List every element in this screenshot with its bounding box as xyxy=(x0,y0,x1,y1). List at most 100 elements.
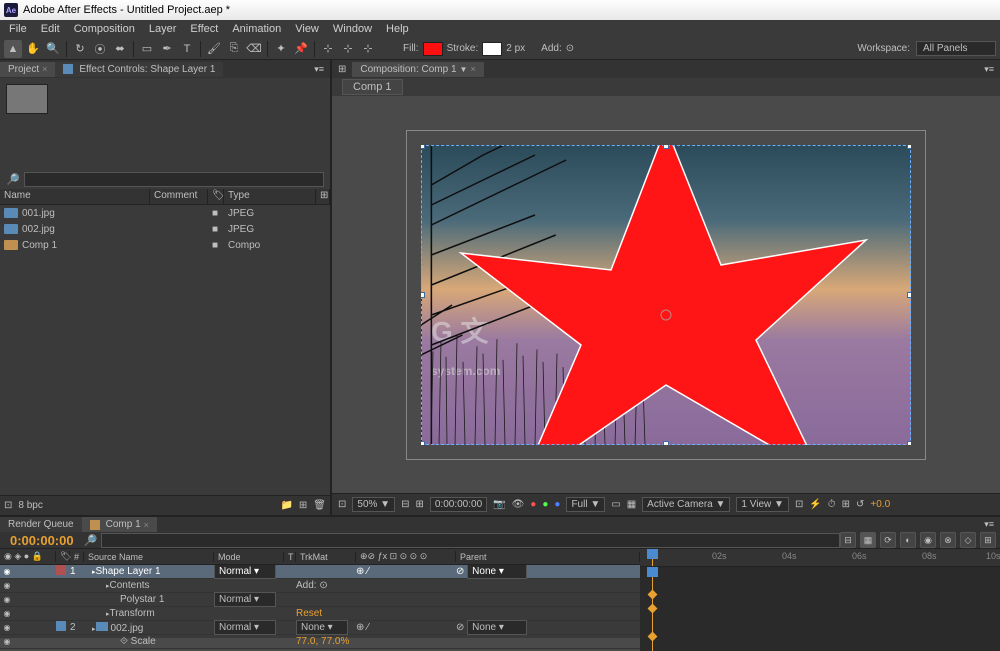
flowchart-icon[interactable]: ⊞ xyxy=(332,64,352,75)
pen-tool-icon[interactable]: ✒ xyxy=(158,40,176,58)
eraser-tool-icon[interactable]: ⌫ xyxy=(245,40,263,58)
trash-icon[interactable]: 🗑 xyxy=(313,500,326,511)
new-folder-icon[interactable]: 📁 xyxy=(280,500,292,511)
col-name[interactable]: Name xyxy=(0,189,150,204)
comp-viewer-tab[interactable]: Composition: Comp 1 ▼× xyxy=(352,62,483,77)
time-ruler[interactable]: ⌄ 02s 04s 06s 08s 10s xyxy=(640,549,1000,567)
rotation-tool-icon[interactable]: ↻ xyxy=(71,40,89,58)
puppet-tool-icon[interactable]: 📌 xyxy=(292,40,310,58)
resolution-dropdown[interactable]: Full ▼ xyxy=(566,497,605,512)
keyframe-icon[interactable] xyxy=(648,632,658,642)
project-tab[interactable]: Project× xyxy=(0,62,55,77)
graph-editor-icon[interactable]: ⊞ xyxy=(980,532,996,548)
menu-help[interactable]: Help xyxy=(379,23,416,35)
local-axis-icon[interactable]: ⊹ xyxy=(319,40,337,58)
project-item[interactable]: 002.jpg ■ JPEG xyxy=(0,221,330,237)
timeline-layer-row[interactable]: ◉Polystar 1Normal ▾ xyxy=(0,593,640,607)
col-label-icon[interactable]: 🏷 xyxy=(208,189,224,204)
panel-menu-icon[interactable]: ▾≡ xyxy=(978,64,1000,75)
workspace-dropdown[interactable]: All Panels xyxy=(916,41,996,56)
interpret-icon[interactable]: ⊡ xyxy=(4,500,12,511)
menu-effect[interactable]: Effect xyxy=(183,23,225,35)
selection-tool-icon[interactable]: ▲ xyxy=(4,40,22,58)
add-dropdown-icon[interactable]: ⊙ xyxy=(566,43,574,54)
reset-exposure-icon[interactable]: ↺ xyxy=(856,499,864,510)
exposure-value[interactable]: +0.0 xyxy=(870,499,890,510)
grid-icon[interactable]: ⊞ xyxy=(415,499,423,510)
hide-shy-icon[interactable]: ⟳ xyxy=(880,532,896,548)
resize-handle[interactable] xyxy=(907,145,911,149)
timeline-comp-tab[interactable]: Comp 1× xyxy=(82,517,157,532)
resize-handle[interactable] xyxy=(907,441,911,445)
clone-tool-icon[interactable]: ⎘ xyxy=(225,40,243,58)
close-icon[interactable]: × xyxy=(470,64,475,74)
bpc-toggle[interactable]: 8 bpc xyxy=(18,500,42,511)
timecode-display[interactable]: 0:00:00:00 xyxy=(430,497,487,512)
zoom-tool-icon[interactable]: 🔍 xyxy=(44,40,62,58)
new-comp-icon[interactable]: ⊞ xyxy=(299,500,307,511)
timeline-icon[interactable]: ⏱ xyxy=(828,499,836,510)
resize-handle[interactable] xyxy=(663,441,669,445)
resize-handle[interactable] xyxy=(663,145,669,149)
view-axis-icon[interactable]: ⊹ xyxy=(359,40,377,58)
rect-tool-icon[interactable]: ▭ xyxy=(138,40,156,58)
menu-animation[interactable]: Animation xyxy=(225,23,288,35)
panbehind-tool-icon[interactable]: ⬌ xyxy=(111,40,129,58)
project-thumbnail[interactable] xyxy=(6,84,48,114)
world-axis-icon[interactable]: ⊹ xyxy=(339,40,357,58)
roi-icon[interactable]: ▭ xyxy=(611,499,620,510)
project-search-input[interactable] xyxy=(24,172,324,187)
type-tool-icon[interactable]: T xyxy=(178,40,196,58)
resize-handle[interactable] xyxy=(421,145,425,149)
col-flowchart-icon[interactable]: ⊞ xyxy=(316,189,330,204)
timeline-layer-row[interactable]: ◉1▸Shape Layer 1Normal ▾⊕ ⁄ ⊘ None ▾ xyxy=(0,565,640,579)
alpha-icon[interactable]: ⊡ xyxy=(338,499,346,510)
motion-blur-icon[interactable]: ◉ xyxy=(920,532,936,548)
stroke-swatch[interactable] xyxy=(482,42,502,56)
timeline-layer-row[interactable]: ◉⟐ Scale77.0, 77.0% xyxy=(0,635,640,649)
fast-preview-icon[interactable]: ⚡ xyxy=(809,499,821,510)
col-comment[interactable]: Comment xyxy=(150,189,208,204)
comp-subtab[interactable]: Comp 1 xyxy=(342,79,403,95)
project-item[interactable]: Comp 1 ■ Compo xyxy=(0,237,330,253)
menu-layer[interactable]: Layer xyxy=(142,23,184,35)
pixel-aspect-icon[interactable]: ⊡ xyxy=(795,499,803,510)
channel-icon[interactable]: ● xyxy=(554,499,560,510)
channel-icon[interactable]: ● xyxy=(542,499,548,510)
composition-canvas[interactable]: G 文system.com xyxy=(421,145,911,445)
menu-view[interactable]: View xyxy=(288,23,326,35)
stroke-width[interactable]: 2 px xyxy=(506,43,525,54)
panel-menu-icon[interactable]: ▾≡ xyxy=(308,64,330,75)
menu-composition[interactable]: Composition xyxy=(67,23,142,35)
auto-keyframe-icon[interactable]: ◇ xyxy=(960,532,976,548)
timeline-search-input[interactable] xyxy=(101,533,840,548)
res-down-icon[interactable]: ⊟ xyxy=(401,499,409,510)
zoom-dropdown[interactable]: 50% ▼ xyxy=(352,497,395,512)
keyframe-icon[interactable] xyxy=(648,604,658,614)
menu-edit[interactable]: Edit xyxy=(34,23,67,35)
stroke-label[interactable]: Stroke: xyxy=(447,43,479,54)
fill-label[interactable]: Fill: xyxy=(403,43,419,54)
views-dropdown[interactable]: 1 View ▼ xyxy=(736,497,789,512)
render-queue-tab[interactable]: Render Queue xyxy=(0,517,82,532)
timeline-tracks[interactable]: ⌄ 02s 04s 06s 08s 10s xyxy=(640,549,1000,651)
comp-mini-flowchart-icon[interactable]: ⊟ xyxy=(840,532,856,548)
comp-flowchart-icon[interactable]: ⊞ xyxy=(842,499,850,510)
snapshot-icon[interactable]: 📷 xyxy=(493,499,505,510)
channel-icon[interactable]: ● xyxy=(530,499,536,510)
fill-swatch[interactable] xyxy=(423,42,443,56)
close-icon[interactable]: × xyxy=(42,64,47,74)
effect-controls-tab[interactable]: Effect Controls: Shape Layer 1 xyxy=(55,62,223,77)
project-item[interactable]: 001.jpg ■ JPEG xyxy=(0,205,330,221)
timeline-layer-row[interactable]: ◉2▸002.jpgNormal ▾None ▾⊕ ⁄ ⊘ None ▾ xyxy=(0,621,640,635)
hand-tool-icon[interactable]: ✋ xyxy=(24,40,42,58)
resize-handle[interactable] xyxy=(907,292,911,298)
timeline-layer-row[interactable]: ◉▸TransformReset xyxy=(0,607,640,621)
frame-blend-icon[interactable]: ◐ xyxy=(900,532,916,548)
brainstorm-icon[interactable]: ⊗ xyxy=(940,532,956,548)
menu-file[interactable]: File xyxy=(2,23,34,35)
camera-dropdown[interactable]: Active Camera ▼ xyxy=(642,497,730,512)
current-time-display[interactable]: 0:00:00:00 xyxy=(0,533,84,548)
col-type[interactable]: Type xyxy=(224,189,316,204)
transparency-icon[interactable]: ▦ xyxy=(627,499,636,510)
